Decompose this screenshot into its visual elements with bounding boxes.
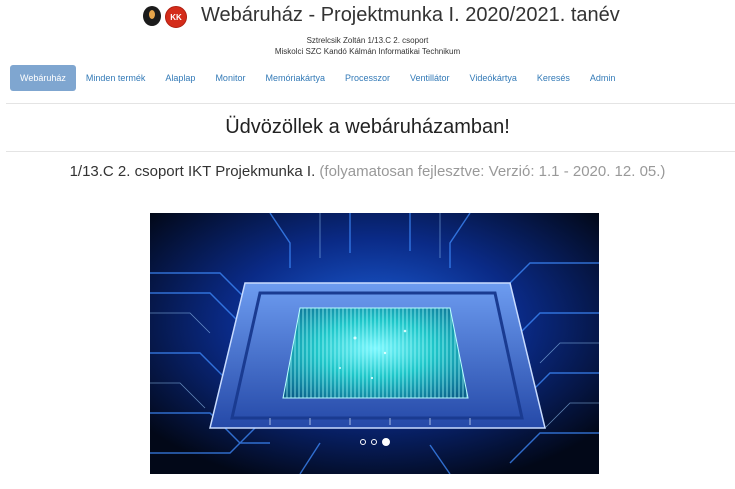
nav-processzor[interactable]: Processzor <box>335 65 400 91</box>
carousel-indicators <box>150 438 599 446</box>
author-avatar-logo <box>143 6 161 26</box>
project-title: 1/13.C 2. csoport IKT Projekmunka I. <box>69 163 316 180</box>
main-nav: Webáruház Minden termék Alaplap Monitor … <box>10 65 625 91</box>
welcome-heading: Üdvözöllek a webáruházamban! <box>225 116 510 138</box>
site-header: KK Webáruház - Projektmunka I. 2020/2021… <box>0 0 735 62</box>
school-logo: KK <box>165 6 187 28</box>
school-line: Miskolci SZC Kandó Kálmán Informatikai T… <box>274 47 461 56</box>
nav-minden-termek[interactable]: Minden termék <box>76 65 156 91</box>
nav-alaplap[interactable]: Alaplap <box>155 65 205 91</box>
project-line: 1/13.C 2. csoport IKT Projekmunka I. (fo… <box>0 163 735 180</box>
carousel-dot-1[interactable] <box>359 439 366 445</box>
carousel-dot-3-active[interactable] <box>381 438 390 446</box>
nav-monitor[interactable]: Monitor <box>205 65 255 91</box>
site-title: Webáruház - Projektmunka I. 2020/2021. t… <box>201 4 620 26</box>
image-carousel[interactable] <box>150 213 599 474</box>
divider-top <box>6 103 735 104</box>
logo-group: KK <box>143 6 187 28</box>
nav-admin[interactable]: Admin <box>580 65 626 91</box>
project-version-note: (folyamatosan fejlesztve: Verzió: 1.1 - … <box>319 163 666 180</box>
nav-kereses[interactable]: Keresés <box>527 65 580 91</box>
cpu-chip-image <box>150 213 599 474</box>
author-line: Sztrelcsik Zoltán 1/13.C 2. csoport <box>306 36 429 45</box>
nav-videokartya[interactable]: Videókártya <box>460 65 527 91</box>
nav-memoriakartya[interactable]: Memóriakártya <box>255 65 335 91</box>
nav-ventillator[interactable]: Ventillátor <box>400 65 460 91</box>
divider-bottom <box>6 151 735 152</box>
nav-webaruhaz[interactable]: Webáruház <box>10 65 76 91</box>
carousel-dot-2[interactable] <box>370 439 377 445</box>
